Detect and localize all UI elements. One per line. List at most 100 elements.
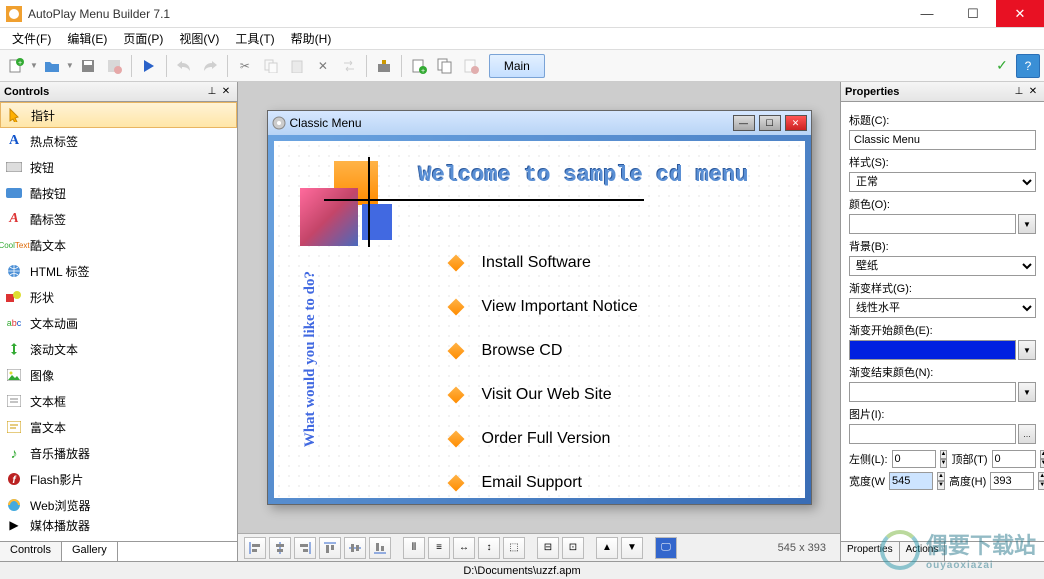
prop-height-input[interactable] — [990, 472, 1034, 490]
align-right-button[interactable] — [294, 537, 316, 559]
dup-page-button[interactable] — [433, 54, 457, 78]
replace-button[interactable] — [337, 54, 361, 78]
prop-bg-select[interactable]: 壁纸 — [849, 256, 1036, 276]
control-web[interactable]: Web浏览器 — [0, 492, 237, 518]
open-button[interactable] — [40, 54, 64, 78]
align-vcenter-button[interactable] — [344, 537, 366, 559]
maximize-button[interactable]: ☐ — [950, 0, 996, 27]
menu-tools[interactable]: 工具(T) — [227, 28, 282, 49]
control-html[interactable]: HTML 标签 — [0, 258, 237, 284]
browse-icon[interactable]: … — [1018, 424, 1036, 444]
prop-title-input[interactable] — [849, 130, 1036, 150]
minimize-button[interactable]: — — [904, 0, 950, 27]
prop-left-input[interactable] — [892, 450, 936, 468]
control-pointer[interactable]: 指针 — [0, 102, 237, 128]
tab-properties[interactable]: Properties — [841, 542, 900, 561]
menu-page[interactable]: 页面(P) — [115, 28, 171, 49]
dist-h-button[interactable]: ⫴ — [403, 537, 425, 559]
menu-help[interactable]: 帮助(H) — [283, 28, 340, 49]
align-bottom-button[interactable] — [369, 537, 391, 559]
preview-body[interactable]: Welcome to sample cd menu What would you… — [268, 135, 811, 504]
prop-gradstart-swatch[interactable] — [849, 340, 1016, 360]
same-size-button[interactable]: ⬚ — [503, 537, 525, 559]
control-music[interactable]: ♪音乐播放器 — [0, 440, 237, 466]
copy-button[interactable] — [259, 54, 283, 78]
menu-item[interactable]: Order Full Version — [450, 417, 638, 461]
play-button[interactable] — [137, 54, 161, 78]
align-top-button[interactable] — [319, 537, 341, 559]
save-button[interactable] — [76, 54, 100, 78]
redo-button[interactable] — [198, 54, 222, 78]
preview-min-button[interactable]: — — [733, 115, 755, 131]
dist-v-button[interactable]: ≡ — [428, 537, 450, 559]
control-richtext[interactable]: 富文本 — [0, 414, 237, 440]
spin-down[interactable]: ▼ — [1038, 481, 1044, 490]
control-coollabel[interactable]: A酷标签 — [0, 206, 237, 232]
dropdown-icon[interactable]: ▼ — [1018, 382, 1036, 402]
align-hcenter-button[interactable] — [269, 537, 291, 559]
center-h-button[interactable]: ⊟ — [537, 537, 559, 559]
add-page-button[interactable]: + — [407, 54, 431, 78]
menu-edit[interactable]: 编辑(E) — [59, 28, 115, 49]
check-button[interactable]: ✓ — [990, 54, 1014, 78]
remove-page-button[interactable] — [459, 54, 483, 78]
new-button[interactable]: + — [4, 54, 28, 78]
spin-up[interactable]: ▲ — [1038, 472, 1044, 481]
tab-actions[interactable]: Actions — [900, 542, 946, 561]
close-button[interactable]: ✕ — [996, 0, 1044, 27]
control-textanim[interactable]: abc文本动画 — [0, 310, 237, 336]
control-flash[interactable]: fFlash影片 — [0, 466, 237, 492]
same-width-button[interactable]: ↔ — [453, 537, 475, 559]
panel-close-icon[interactable]: ✕ — [1026, 86, 1040, 97]
prop-top-input[interactable] — [992, 450, 1036, 468]
canvas-area[interactable]: Classic Menu — ☐ ✕ Welcome to sample cd … — [238, 82, 840, 533]
menu-item[interactable]: Email Support — [450, 461, 638, 505]
control-shape[interactable]: 形状 — [0, 284, 237, 310]
same-height-button[interactable]: ↕ — [478, 537, 500, 559]
bring-front-button[interactable]: ▲ — [596, 537, 618, 559]
menu-file[interactable]: 文件(F) — [4, 28, 59, 49]
cut-button[interactable]: ✂ — [233, 54, 257, 78]
center-v-button[interactable]: ⊡ — [562, 537, 584, 559]
prop-color-swatch[interactable] — [849, 214, 1016, 234]
menu-view[interactable]: 视图(V) — [171, 28, 227, 49]
spin-down[interactable]: ▼ — [937, 481, 945, 490]
build-button[interactable] — [372, 54, 396, 78]
control-button[interactable]: 按钮 — [0, 154, 237, 180]
menu-item[interactable]: Visit Our Web Site — [450, 373, 638, 417]
undo-button[interactable] — [172, 54, 196, 78]
dropdown-icon[interactable]: ▼ — [1018, 340, 1036, 360]
menu-item[interactable]: Install Software — [450, 241, 638, 285]
panel-close-icon[interactable]: ✕ — [219, 86, 233, 97]
preview-window[interactable]: Classic Menu — ☐ ✕ Welcome to sample cd … — [267, 110, 812, 505]
tab-controls[interactable]: Controls — [0, 542, 62, 561]
page-selector[interactable]: Main — [489, 54, 545, 78]
prop-image-input[interactable] — [849, 424, 1016, 444]
preview-max-button[interactable]: ☐ — [759, 115, 781, 131]
dropdown-icon[interactable]: ▼ — [1018, 214, 1036, 234]
spin-up[interactable]: ▲ — [937, 472, 945, 481]
spin-down[interactable]: ▼ — [1040, 459, 1044, 468]
prop-gradend-swatch[interactable] — [849, 382, 1016, 402]
pin-icon[interactable]: ⊥ — [1012, 86, 1026, 97]
control-hotlabel[interactable]: A热点标签 — [0, 128, 237, 154]
spin-up[interactable]: ▲ — [1040, 450, 1044, 459]
align-left-button[interactable] — [244, 537, 266, 559]
send-back-button[interactable]: ▼ — [621, 537, 643, 559]
control-textbox[interactable]: 文本框 — [0, 388, 237, 414]
paste-button[interactable] — [285, 54, 309, 78]
control-cooltext[interactable]: CoolText酷文本 — [0, 232, 237, 258]
menu-item[interactable]: View Important Notice — [450, 285, 638, 329]
preview-button[interactable]: 🖵 — [655, 537, 677, 559]
control-image[interactable]: 图像 — [0, 362, 237, 388]
spin-down[interactable]: ▼ — [940, 459, 948, 468]
pin-icon[interactable]: ⊥ — [205, 86, 219, 97]
tab-gallery[interactable]: Gallery — [62, 542, 118, 561]
help-button[interactable]: ? — [1016, 54, 1040, 78]
control-scrolltext[interactable]: 滚动文本 — [0, 336, 237, 362]
delete-button[interactable]: ✕ — [311, 54, 335, 78]
prop-gradstyle-select[interactable]: 线性水平 — [849, 298, 1036, 318]
prop-style-select[interactable]: 正常 — [849, 172, 1036, 192]
menu-item[interactable]: Browse CD — [450, 329, 638, 373]
control-coolbutton[interactable]: 酷按钮 — [0, 180, 237, 206]
